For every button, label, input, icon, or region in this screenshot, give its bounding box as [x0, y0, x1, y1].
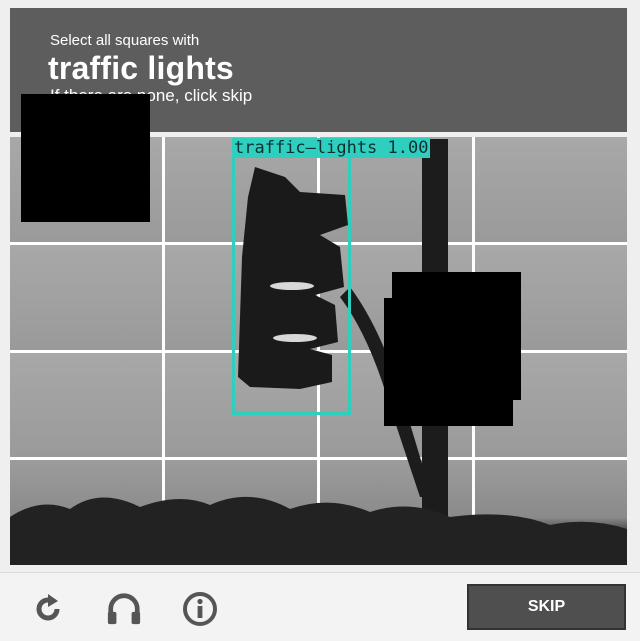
target-object-text: traffic lights [48, 50, 234, 86]
detection-label: traffic–lights 1.00 [232, 138, 431, 158]
tile-r4-c4[interactable] [475, 460, 627, 565]
reload-icon[interactable] [30, 591, 66, 627]
redaction-block [21, 94, 150, 222]
detection-bounding-box [232, 155, 351, 415]
info-icon[interactable] [182, 591, 218, 627]
tile-r2-c1[interactable] [10, 244, 162, 350]
challenge-footer: SKIP [0, 572, 640, 641]
skip-button[interactable]: SKIP [467, 584, 626, 630]
captcha-widget: Select all squares with traffic lights I… [0, 0, 640, 641]
tile-r3-c1[interactable] [10, 352, 162, 458]
tile-r1-c4[interactable] [475, 137, 627, 242]
instruction-text: Select all squares with [50, 32, 200, 49]
headphones-icon[interactable] [106, 591, 142, 627]
tile-r4-c3[interactable] [320, 460, 472, 565]
tile-r4-c2[interactable] [165, 460, 317, 565]
redaction-block [384, 298, 513, 426]
tile-r4-c1[interactable] [10, 460, 162, 565]
